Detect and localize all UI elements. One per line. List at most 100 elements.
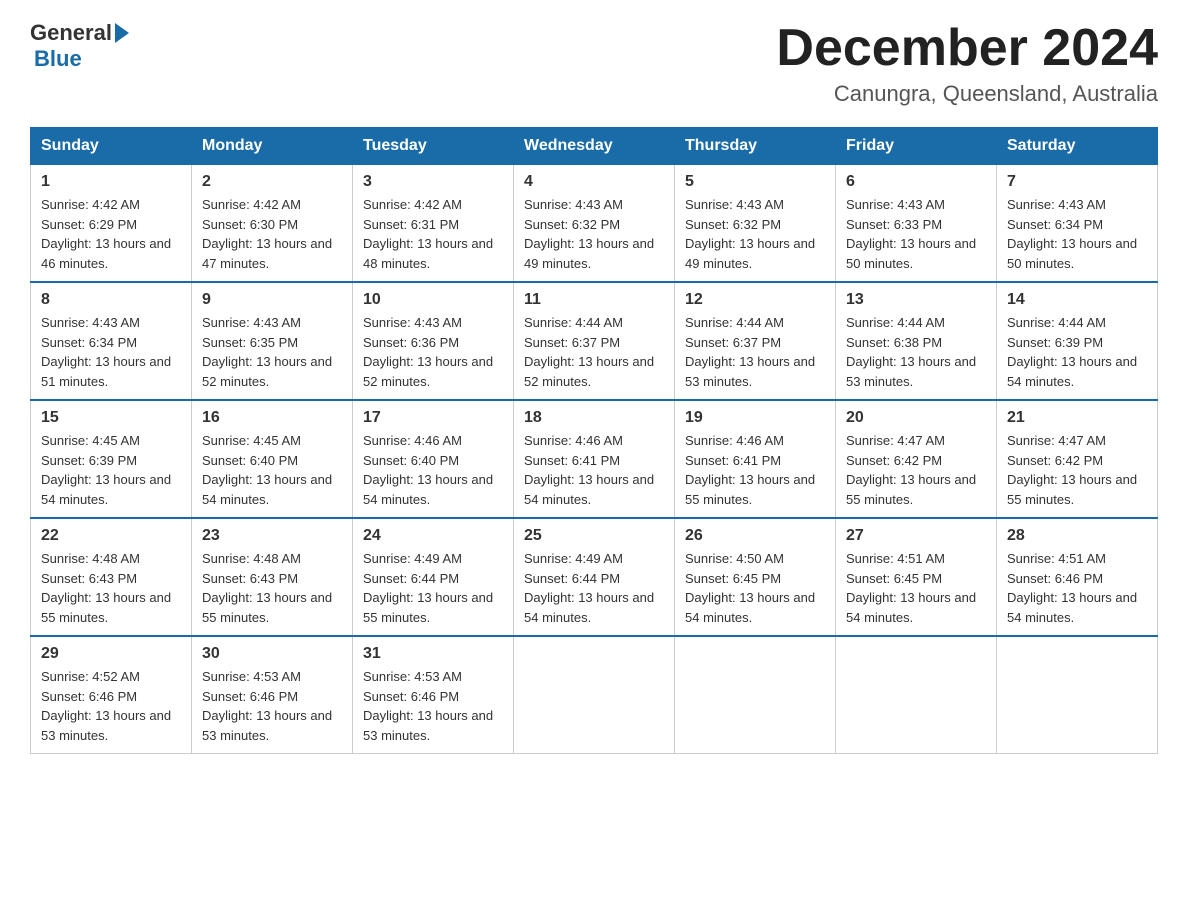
day-info: Sunrise: 4:46 AMSunset: 6:41 PMDaylight:… xyxy=(685,433,815,507)
calendar-cell: 2 Sunrise: 4:42 AMSunset: 6:30 PMDayligh… xyxy=(192,164,353,282)
day-number: 21 xyxy=(1007,409,1147,427)
calendar-cell: 18 Sunrise: 4:46 AMSunset: 6:41 PMDaylig… xyxy=(514,400,675,518)
day-number: 14 xyxy=(1007,291,1147,309)
calendar-cell: 4 Sunrise: 4:43 AMSunset: 6:32 PMDayligh… xyxy=(514,164,675,282)
day-info: Sunrise: 4:44 AMSunset: 6:38 PMDaylight:… xyxy=(846,315,976,389)
calendar-cell: 22 Sunrise: 4:48 AMSunset: 6:43 PMDaylig… xyxy=(31,518,192,636)
calendar-cell: 5 Sunrise: 4:43 AMSunset: 6:32 PMDayligh… xyxy=(675,164,836,282)
calendar-week-row: 1 Sunrise: 4:42 AMSunset: 6:29 PMDayligh… xyxy=(31,164,1158,282)
calendar-week-row: 22 Sunrise: 4:48 AMSunset: 6:43 PMDaylig… xyxy=(31,518,1158,636)
day-info: Sunrise: 4:42 AMSunset: 6:29 PMDaylight:… xyxy=(41,197,171,271)
day-info: Sunrise: 4:44 AMSunset: 6:37 PMDaylight:… xyxy=(685,315,815,389)
calendar-cell: 28 Sunrise: 4:51 AMSunset: 6:46 PMDaylig… xyxy=(997,518,1158,636)
day-number: 9 xyxy=(202,291,342,309)
logo-general-text: General xyxy=(30,20,112,46)
calendar-cell: 27 Sunrise: 4:51 AMSunset: 6:45 PMDaylig… xyxy=(836,518,997,636)
day-info: Sunrise: 4:53 AMSunset: 6:46 PMDaylight:… xyxy=(363,669,493,743)
column-header-tuesday: Tuesday xyxy=(353,128,514,164)
calendar-week-row: 8 Sunrise: 4:43 AMSunset: 6:34 PMDayligh… xyxy=(31,282,1158,400)
day-number: 6 xyxy=(846,173,986,191)
calendar-cell: 17 Sunrise: 4:46 AMSunset: 6:40 PMDaylig… xyxy=(353,400,514,518)
day-info: Sunrise: 4:43 AMSunset: 6:34 PMDaylight:… xyxy=(1007,197,1137,271)
day-number: 1 xyxy=(41,173,181,191)
day-info: Sunrise: 4:46 AMSunset: 6:41 PMDaylight:… xyxy=(524,433,654,507)
calendar-cell xyxy=(836,636,997,754)
calendar-cell xyxy=(675,636,836,754)
calendar-cell: 31 Sunrise: 4:53 AMSunset: 6:46 PMDaylig… xyxy=(353,636,514,754)
calendar-cell: 9 Sunrise: 4:43 AMSunset: 6:35 PMDayligh… xyxy=(192,282,353,400)
calendar-cell: 16 Sunrise: 4:45 AMSunset: 6:40 PMDaylig… xyxy=(192,400,353,518)
day-info: Sunrise: 4:43 AMSunset: 6:32 PMDaylight:… xyxy=(524,197,654,271)
day-info: Sunrise: 4:43 AMSunset: 6:34 PMDaylight:… xyxy=(41,315,171,389)
column-header-sunday: Sunday xyxy=(31,128,192,164)
day-info: Sunrise: 4:48 AMSunset: 6:43 PMDaylight:… xyxy=(41,551,171,625)
calendar-cell: 3 Sunrise: 4:42 AMSunset: 6:31 PMDayligh… xyxy=(353,164,514,282)
day-number: 12 xyxy=(685,291,825,309)
day-info: Sunrise: 4:52 AMSunset: 6:46 PMDaylight:… xyxy=(41,669,171,743)
day-info: Sunrise: 4:49 AMSunset: 6:44 PMDaylight:… xyxy=(524,551,654,625)
calendar-cell: 21 Sunrise: 4:47 AMSunset: 6:42 PMDaylig… xyxy=(997,400,1158,518)
logo-blue-text: Blue xyxy=(34,46,82,71)
day-number: 17 xyxy=(363,409,503,427)
day-number: 10 xyxy=(363,291,503,309)
day-info: Sunrise: 4:51 AMSunset: 6:45 PMDaylight:… xyxy=(846,551,976,625)
logo-triangle-icon xyxy=(115,23,129,43)
calendar-cell xyxy=(514,636,675,754)
calendar-cell: 1 Sunrise: 4:42 AMSunset: 6:29 PMDayligh… xyxy=(31,164,192,282)
day-info: Sunrise: 4:45 AMSunset: 6:39 PMDaylight:… xyxy=(41,433,171,507)
day-info: Sunrise: 4:48 AMSunset: 6:43 PMDaylight:… xyxy=(202,551,332,625)
calendar-cell: 14 Sunrise: 4:44 AMSunset: 6:39 PMDaylig… xyxy=(997,282,1158,400)
day-info: Sunrise: 4:50 AMSunset: 6:45 PMDaylight:… xyxy=(685,551,815,625)
day-info: Sunrise: 4:44 AMSunset: 6:39 PMDaylight:… xyxy=(1007,315,1137,389)
day-number: 4 xyxy=(524,173,664,191)
day-number: 31 xyxy=(363,645,503,663)
day-number: 7 xyxy=(1007,173,1147,191)
calendar-cell: 15 Sunrise: 4:45 AMSunset: 6:39 PMDaylig… xyxy=(31,400,192,518)
day-number: 20 xyxy=(846,409,986,427)
day-number: 27 xyxy=(846,527,986,545)
calendar-title: December 2024 xyxy=(776,20,1158,77)
calendar-subtitle: Canungra, Queensland, Australia xyxy=(776,81,1158,107)
day-number: 29 xyxy=(41,645,181,663)
day-number: 11 xyxy=(524,291,664,309)
day-info: Sunrise: 4:42 AMSunset: 6:31 PMDaylight:… xyxy=(363,197,493,271)
day-number: 15 xyxy=(41,409,181,427)
column-header-thursday: Thursday xyxy=(675,128,836,164)
calendar-cell: 25 Sunrise: 4:49 AMSunset: 6:44 PMDaylig… xyxy=(514,518,675,636)
calendar-cell: 6 Sunrise: 4:43 AMSunset: 6:33 PMDayligh… xyxy=(836,164,997,282)
day-info: Sunrise: 4:43 AMSunset: 6:32 PMDaylight:… xyxy=(685,197,815,271)
calendar-cell: 8 Sunrise: 4:43 AMSunset: 6:34 PMDayligh… xyxy=(31,282,192,400)
day-number: 19 xyxy=(685,409,825,427)
day-number: 30 xyxy=(202,645,342,663)
calendar-cell: 10 Sunrise: 4:43 AMSunset: 6:36 PMDaylig… xyxy=(353,282,514,400)
calendar-cell: 13 Sunrise: 4:44 AMSunset: 6:38 PMDaylig… xyxy=(836,282,997,400)
day-info: Sunrise: 4:43 AMSunset: 6:36 PMDaylight:… xyxy=(363,315,493,389)
calendar-week-row: 15 Sunrise: 4:45 AMSunset: 6:39 PMDaylig… xyxy=(31,400,1158,518)
day-number: 5 xyxy=(685,173,825,191)
day-number: 24 xyxy=(363,527,503,545)
calendar-cell: 30 Sunrise: 4:53 AMSunset: 6:46 PMDaylig… xyxy=(192,636,353,754)
calendar-week-row: 29 Sunrise: 4:52 AMSunset: 6:46 PMDaylig… xyxy=(31,636,1158,754)
calendar-cell: 29 Sunrise: 4:52 AMSunset: 6:46 PMDaylig… xyxy=(31,636,192,754)
calendar-cell xyxy=(997,636,1158,754)
day-info: Sunrise: 4:42 AMSunset: 6:30 PMDaylight:… xyxy=(202,197,332,271)
calendar-header-row: SundayMondayTuesdayWednesdayThursdayFrid… xyxy=(31,128,1158,164)
calendar-cell: 7 Sunrise: 4:43 AMSunset: 6:34 PMDayligh… xyxy=(997,164,1158,282)
column-header-friday: Friday xyxy=(836,128,997,164)
day-info: Sunrise: 4:47 AMSunset: 6:42 PMDaylight:… xyxy=(1007,433,1137,507)
day-number: 25 xyxy=(524,527,664,545)
day-info: Sunrise: 4:53 AMSunset: 6:46 PMDaylight:… xyxy=(202,669,332,743)
column-header-monday: Monday xyxy=(192,128,353,164)
page-header: General Blue December 2024 Canungra, Que… xyxy=(30,20,1158,107)
day-info: Sunrise: 4:51 AMSunset: 6:46 PMDaylight:… xyxy=(1007,551,1137,625)
calendar-cell: 23 Sunrise: 4:48 AMSunset: 6:43 PMDaylig… xyxy=(192,518,353,636)
calendar-cell: 20 Sunrise: 4:47 AMSunset: 6:42 PMDaylig… xyxy=(836,400,997,518)
day-number: 13 xyxy=(846,291,986,309)
calendar-table: SundayMondayTuesdayWednesdayThursdayFrid… xyxy=(30,127,1158,754)
day-number: 3 xyxy=(363,173,503,191)
calendar-cell: 19 Sunrise: 4:46 AMSunset: 6:41 PMDaylig… xyxy=(675,400,836,518)
calendar-cell: 11 Sunrise: 4:44 AMSunset: 6:37 PMDaylig… xyxy=(514,282,675,400)
logo: General Blue xyxy=(30,20,129,72)
column-header-wednesday: Wednesday xyxy=(514,128,675,164)
day-info: Sunrise: 4:46 AMSunset: 6:40 PMDaylight:… xyxy=(363,433,493,507)
